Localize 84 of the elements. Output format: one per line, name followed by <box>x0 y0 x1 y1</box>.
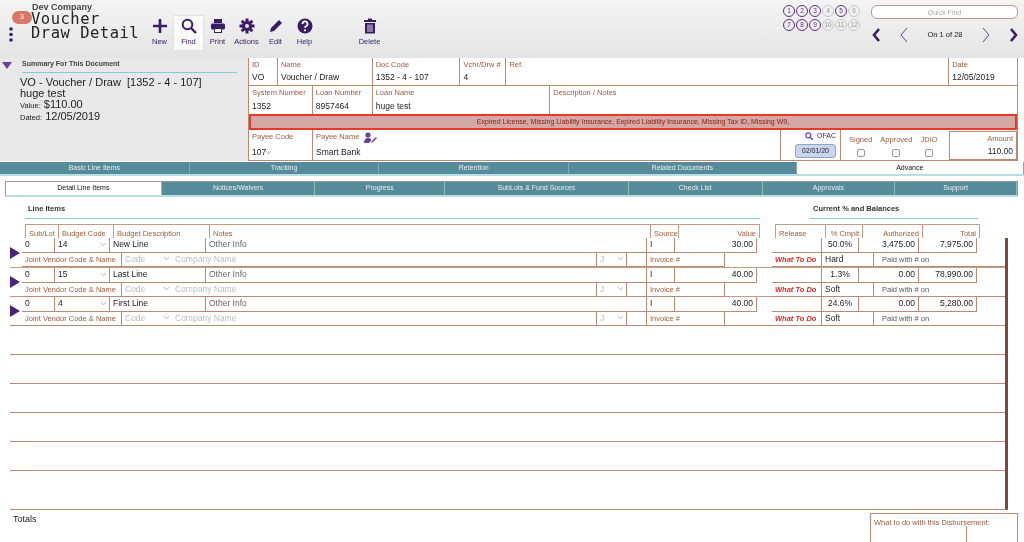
help-icon <box>296 18 313 34</box>
caret-icon <box>618 316 623 321</box>
table-cell: Other Info <box>206 238 647 253</box>
table-cell: First Line <box>110 297 206 312</box>
table-cell: 1.3% <box>822 268 859 283</box>
caret-icon <box>618 287 623 292</box>
summary-value: 12/05/2019 <box>45 109 101 122</box>
field-value[interactable]: 107 <box>252 146 267 159</box>
kebab-menu-icon[interactable] <box>9 27 13 42</box>
table-cell: Last Line <box>110 268 206 283</box>
budget-code-dropdown[interactable]: 15 <box>55 268 110 283</box>
table-cell <box>772 238 822 253</box>
row-pointer-icon[interactable] <box>10 305 20 317</box>
table-cell <box>772 297 822 312</box>
summary-value: $110.00 <box>43 97 83 110</box>
table-cell: 0 <box>22 297 55 312</box>
table-cell: 30.00 <box>675 238 757 253</box>
next-icon[interactable] <box>982 27 991 43</box>
company-name: Dev Company <box>32 1 93 12</box>
table-cell <box>627 282 647 297</box>
first-page-icon[interactable] <box>872 28 880 42</box>
table-cell <box>772 268 822 283</box>
field-value[interactable]: 1352 <box>252 100 271 113</box>
field-value[interactable]: huge test <box>375 100 411 113</box>
table-cell: Soft <box>822 282 874 297</box>
person-edit-icon[interactable] <box>363 132 377 144</box>
table-cell: I <box>647 268 675 283</box>
field-value[interactable]: 4 <box>463 71 469 84</box>
checkbox[interactable] <box>892 149 901 158</box>
table-cell: Soft <box>822 311 874 326</box>
table-cell: 50.0% <box>822 238 859 253</box>
gear-icon <box>238 18 255 34</box>
table-cell: New Line <box>110 238 206 253</box>
table-cell: 40.00 <box>675 268 757 283</box>
field-value[interactable]: Voucher / Draw <box>280 71 340 84</box>
field-value[interactable]: 8957464 <box>315 100 349 113</box>
collapse-triangle-icon[interactable] <box>2 62 12 69</box>
summary-title: VO - Voucher / Draw [1352 - 4 - 107] <box>20 76 203 88</box>
trash-icon <box>361 18 378 34</box>
previous-icon[interactable] <box>899 27 908 43</box>
table-cell: Other Info <box>206 268 647 283</box>
totals-label: Totals <box>13 513 37 526</box>
summary-subtitle: huge test <box>20 87 67 99</box>
caret-icon <box>164 287 169 292</box>
budget-code-dropdown[interactable]: 14 <box>55 238 110 253</box>
checkbox[interactable] <box>925 149 933 158</box>
table-cell: 78,990.00 <box>919 268 977 283</box>
table-cell: 7,975.00 <box>919 238 977 253</box>
search-icon <box>180 18 197 34</box>
search-icon <box>804 132 813 141</box>
last-page-icon[interactable] <box>1009 28 1018 42</box>
table-cell <box>627 252 647 267</box>
checkbox[interactable] <box>856 149 865 158</box>
field-value[interactable]: VO <box>252 71 265 84</box>
table-cell: 40.00 <box>675 297 757 312</box>
page-title: Voucher Draw Detail <box>31 12 140 40</box>
row-pointer-icon[interactable] <box>10 276 20 288</box>
table-cell: 0.00 <box>859 297 919 312</box>
field-value[interactable]: 1352 - 4 - 107 <box>375 71 429 84</box>
caret-icon <box>164 316 169 321</box>
caret-icon <box>101 301 106 306</box>
field-value[interactable]: 110.00 <box>987 145 1013 158</box>
table-cell: Other Info <box>206 297 647 312</box>
plus-icon <box>151 18 168 34</box>
caret-icon <box>618 257 623 262</box>
table-cell: 0 <box>22 268 55 283</box>
table-cell: 3,475.00 <box>859 238 919 253</box>
table-cell: 0.00 <box>859 268 919 283</box>
printer-icon <box>209 18 226 34</box>
table-cell: I <box>647 238 675 253</box>
caret-icon <box>101 272 106 277</box>
budget-code-dropdown[interactable]: 4 <box>55 297 110 312</box>
caret-icon <box>266 150 272 155</box>
caret-icon <box>164 257 169 262</box>
field-value[interactable]: Smart Bank <box>316 146 361 159</box>
table-cell: 0 <box>22 238 55 253</box>
row-pointer-icon[interactable] <box>10 246 20 259</box>
table-cell: I <box>647 297 675 312</box>
table-cell: 24.6% <box>822 297 859 312</box>
pencil-icon <box>267 18 284 34</box>
table-cell: 5,280.00 <box>919 297 977 312</box>
field-value[interactable]: 12/05/2019 <box>952 71 995 84</box>
table-cell: Hard <box>822 252 874 267</box>
caret-icon <box>101 242 106 247</box>
